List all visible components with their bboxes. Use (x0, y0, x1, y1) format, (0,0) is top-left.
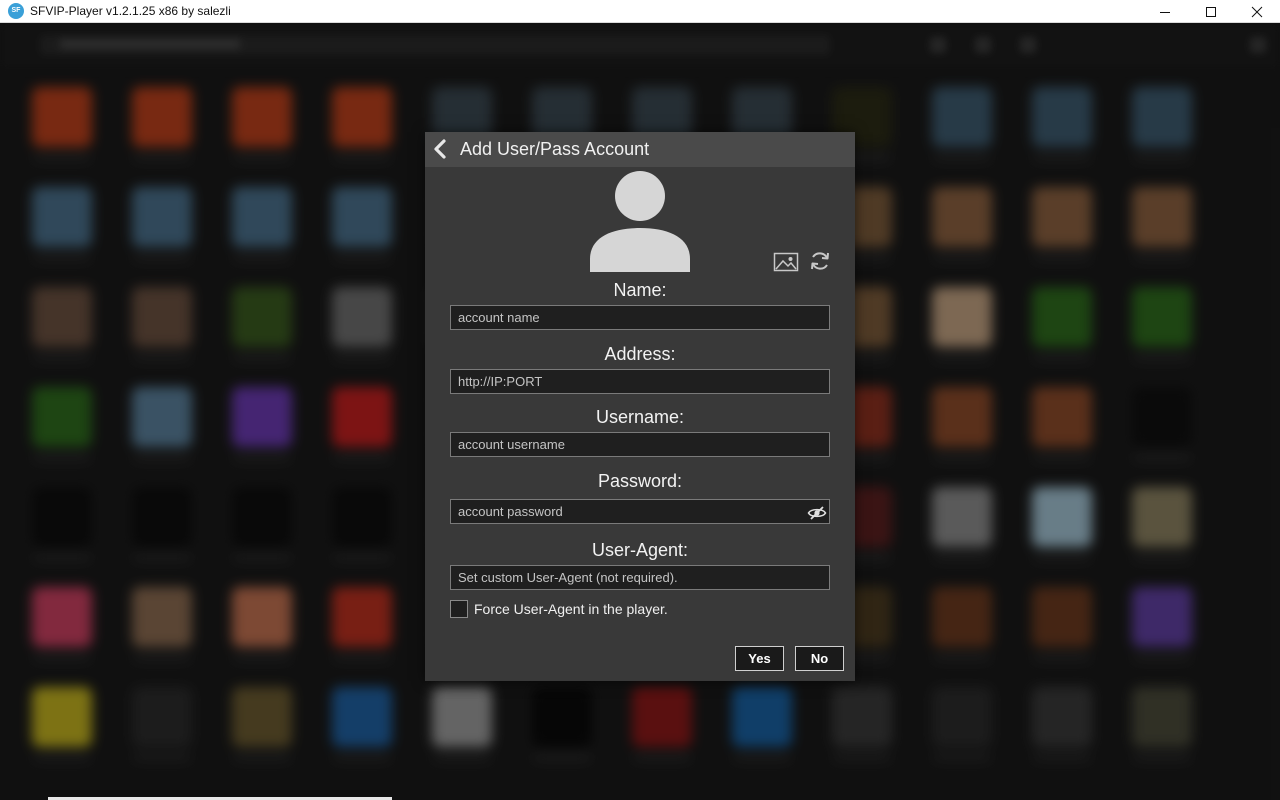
eye-slash-icon (807, 506, 827, 520)
window-title: SFVIP-Player v1.2.1.25 x86 by salezli (30, 4, 231, 18)
maximize-icon (1206, 6, 1216, 17)
minimize-icon (1160, 11, 1170, 13)
yes-button[interactable]: Yes (735, 646, 784, 671)
no-button[interactable]: No (795, 646, 844, 671)
close-icon (1251, 6, 1263, 17)
user-agent-label: User-Agent: (591, 540, 689, 560)
name-label: Name: (613, 280, 667, 300)
username-label: Username: (595, 407, 685, 427)
chevron-left-icon (434, 139, 446, 159)
app-logo-icon: SF (8, 3, 24, 19)
close-button[interactable] (1234, 0, 1280, 23)
address-label: Address: (604, 344, 676, 364)
title-bar: SF SFVIP-Player v1.2.1.25 x86 by salezli (0, 0, 1280, 23)
name-input[interactable] (450, 305, 830, 330)
address-input[interactable] (450, 369, 830, 394)
dialog-header: Add User/Pass Account (425, 132, 855, 167)
maximize-button[interactable] (1188, 0, 1234, 23)
reset-image-button[interactable] (808, 249, 832, 273)
password-input[interactable] (450, 499, 830, 524)
user-agent-input[interactable] (450, 565, 830, 590)
force-user-agent-label[interactable]: Force User-Agent in the player. (474, 601, 668, 617)
user-avatar-icon[interactable] (590, 171, 690, 272)
force-user-agent-checkbox[interactable] (450, 600, 468, 618)
choose-image-button[interactable] (773, 251, 799, 273)
dialog-title: Add User/Pass Account (460, 139, 650, 159)
image-icon (773, 252, 799, 272)
refresh-icon (811, 252, 829, 270)
add-account-dialog: Add User/Pass Account Name: Address: Use… (425, 132, 855, 681)
toggle-password-visibility-button[interactable] (807, 503, 827, 523)
back-button[interactable] (429, 137, 453, 161)
window-controls (1142, 0, 1280, 23)
password-label: Password: (597, 471, 683, 491)
username-input[interactable] (450, 432, 830, 457)
minimize-button[interactable] (1142, 0, 1188, 23)
